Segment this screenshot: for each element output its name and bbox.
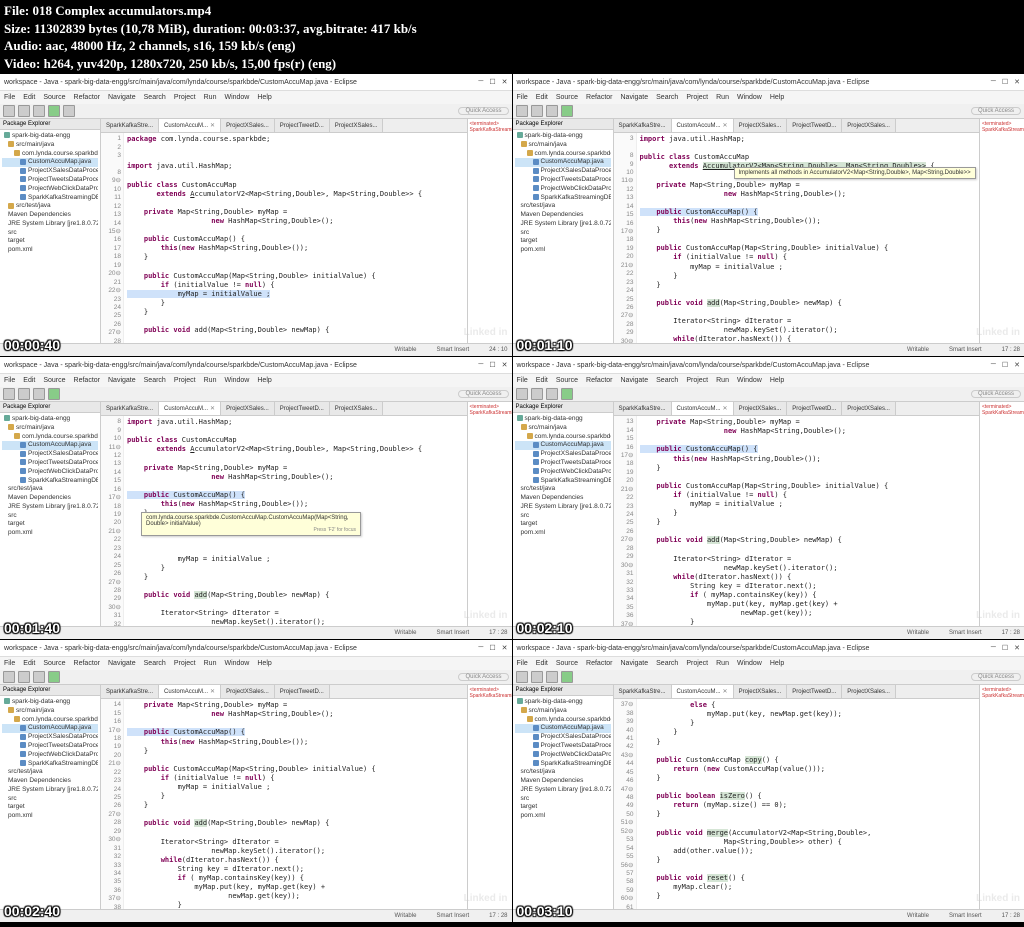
tree-file[interactable]: ProjectWebClickDataProcessor.java: [28, 185, 98, 192]
tab[interactable]: ProjectTweetD...: [280, 123, 324, 129]
stop-icon[interactable]: [63, 105, 75, 117]
menu-project[interactable]: Project: [174, 94, 196, 101]
tree-file[interactable]: ProjectXSalesDataProcessor.java: [28, 167, 98, 174]
line-gutter: 12389⊖101112131415⊖1617181920⊖2122⊖23242…: [101, 133, 124, 343]
meta-video: Video: h264, yuv420p, 1280x720, 250 kb/s…: [4, 55, 1020, 73]
hover-tooltip: Implements all methods in AccumulatorV2<…: [734, 167, 976, 179]
status-mode: Writable: [395, 347, 417, 353]
package-explorer-header: Package Explorer: [0, 119, 100, 130]
tree-file[interactable]: CustomAccuMap.java: [28, 158, 91, 165]
menu-help[interactable]: Help: [257, 94, 271, 101]
thumbnail-6: workspace - Java - spark-big-data-engg/s…: [513, 640, 1024, 922]
thumbnail-4: workspace - Java - spark-big-data-engg/s…: [513, 357, 1024, 639]
thumbnail-5: workspace - Java - spark-big-data-engg/s…: [0, 640, 512, 922]
menu-source[interactable]: Source: [43, 94, 65, 101]
tree-item[interactable]: src/test/java: [16, 202, 51, 209]
project-tree[interactable]: spark-big-data-engg src/main/java com.ly…: [0, 130, 100, 257]
menu-bar[interactable]: File Edit Source Refactor Navigate Search Proj…: [0, 91, 512, 104]
tree-pkg[interactable]: com.lynda.course.sparkbde: [22, 150, 98, 157]
menu-run[interactable]: Run: [204, 94, 217, 101]
tree-item[interactable]: Maven Dependencies: [8, 211, 71, 218]
status-insert: Smart Insert: [436, 347, 469, 353]
tree-item[interactable]: pom.xml: [8, 246, 33, 253]
tab-close-icon[interactable]: ✕: [210, 122, 215, 129]
tab[interactable]: SparkKafkaStre...: [106, 123, 153, 129]
tree-project[interactable]: spark-big-data-engg: [12, 132, 70, 139]
package-explorer[interactable]: Package Explorer spark-big-data-engg src…: [0, 119, 101, 343]
linkedin-watermark: Linked in: [464, 327, 508, 338]
run-icon[interactable]: [48, 105, 60, 117]
thumbnail-1: workspace - Java - spark-big-data-engg/s…: [0, 74, 512, 356]
tree-item[interactable]: src: [8, 229, 17, 236]
toolbar[interactable]: Quick Access: [0, 104, 512, 119]
meta-file: File: 018 Complex accumulators.mp4: [4, 2, 1020, 20]
menu-file[interactable]: File: [4, 94, 15, 101]
meta-size: Size: 11302839 bytes (10,78 MiB), durati…: [4, 20, 1020, 38]
timestamp: 00:00:40: [4, 337, 60, 353]
menu-window[interactable]: Window: [224, 94, 249, 101]
terminated-label: <terminated> SparkKafkaStreamingDBCEx: [470, 121, 510, 133]
thumbnail-grid: workspace - Java - spark-big-data-engg/s…: [0, 74, 1024, 922]
menu-refactor[interactable]: Refactor: [74, 94, 100, 101]
window-title: workspace - Java - spark-big-data-engg/s…: [4, 79, 357, 86]
close-icon[interactable]: ✕: [502, 78, 508, 86]
hover-tooltip: com.lynda.course.sparkbde.CustomAccuMap.…: [141, 512, 361, 536]
thumbnail-3: workspace - Java - spark-big-data-engg/s…: [0, 357, 512, 639]
menu-search[interactable]: Search: [144, 94, 166, 101]
console-sidebar: <terminated> SparkKafkaStreamingDBCEx: [467, 119, 512, 343]
editor-tabs[interactable]: SparkKafkaStre... CustomAccuM...✕ ProjectX…: [101, 119, 467, 133]
tree-item[interactable]: target: [8, 237, 25, 244]
debug-icon[interactable]: [33, 105, 45, 117]
tab[interactable]: ProjectXSales...: [226, 123, 269, 129]
menu-edit[interactable]: Edit: [23, 94, 35, 101]
maximize-icon[interactable]: ☐: [489, 78, 495, 86]
tab[interactable]: ProjectXSales...: [335, 123, 378, 129]
meta-audio: Audio: aac, 48000 Hz, 2 channels, s16, 1…: [4, 37, 1020, 55]
status-bar: Writable Smart Insert 24 : 10: [0, 343, 512, 356]
window-titlebar: workspace - Java - spark-big-data-engg/s…: [0, 74, 512, 91]
menu-navigate[interactable]: Navigate: [108, 94, 136, 101]
save-icon[interactable]: [18, 105, 30, 117]
tree-src[interactable]: src/main/java: [16, 141, 54, 148]
code-editor[interactable]: 12389⊖101112131415⊖1617181920⊖2122⊖23242…: [101, 133, 467, 343]
thumbnail-2: workspace - Java - spark-big-data-engg/s…: [513, 74, 1024, 356]
tab-active[interactable]: CustomAccuM...: [164, 123, 208, 129]
video-metadata: File: 018 Complex accumulators.mp4 Size:…: [0, 0, 1024, 74]
status-pos: 24 : 10: [489, 347, 507, 353]
code-content[interactable]: package com.lynda.course.sparkbde; impor…: [124, 133, 467, 343]
tree-item[interactable]: JRE System Library [jre1.8.0.72]: [8, 220, 98, 227]
minimize-icon[interactable]: ─: [478, 78, 483, 86]
tree-file[interactable]: SparkKafkaStreamingDBCExamp.j: [28, 194, 98, 201]
new-icon[interactable]: [3, 105, 15, 117]
quick-access[interactable]: Quick Access: [458, 107, 508, 115]
tree-file[interactable]: ProjectTweetsDataProcessor.java: [28, 176, 98, 183]
